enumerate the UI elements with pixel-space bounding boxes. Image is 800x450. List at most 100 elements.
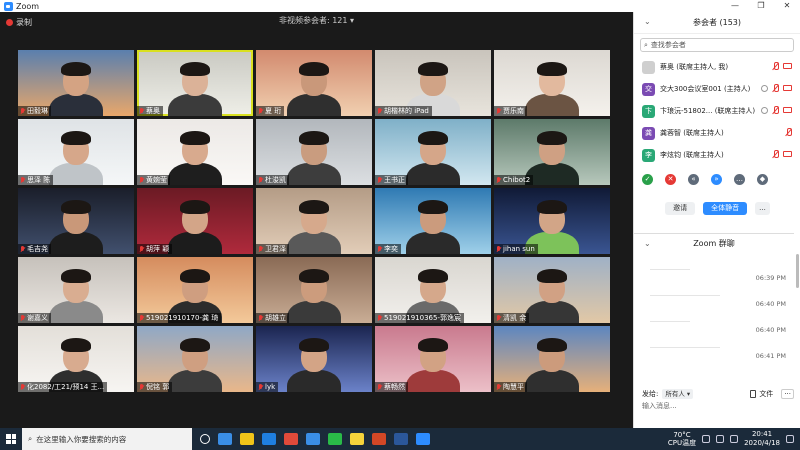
- zoom-taskbar-icon[interactable]: [416, 433, 430, 445]
- video-tile[interactable]: 519021910365-郭逸宸: [375, 257, 491, 323]
- mic-muted-icon[interactable]: [772, 84, 779, 93]
- sticky-notes-icon[interactable]: [350, 433, 364, 445]
- video-tile[interactable]: 胡楷林的 iPad: [375, 50, 491, 116]
- video-tile[interactable]: 黄婉莹: [137, 119, 253, 185]
- cross-icon[interactable]: ✕: [665, 174, 676, 185]
- video-tile[interactable]: 蔡奥: [137, 50, 253, 116]
- video-tile[interactable]: 胡萍 颖: [137, 188, 253, 254]
- collapse-chevron-icon[interactable]: ⌄: [644, 17, 651, 26]
- clock-date: 2020/4/18: [744, 439, 780, 447]
- muted-mic-icon: [496, 107, 501, 115]
- avatar: 交: [642, 82, 655, 96]
- chat-timestamp: 06:39 PM: [755, 274, 786, 282]
- video-tile[interactable]: 毛吉尧: [18, 188, 134, 254]
- more-icon[interactable]: …: [734, 174, 745, 185]
- notification-icon[interactable]: [786, 435, 794, 443]
- video-tile[interactable]: 谢嘉义: [18, 257, 134, 323]
- file-button[interactable]: 文件: [750, 389, 773, 399]
- tile-name-label: 贾乐南: [494, 106, 527, 116]
- mic-muted-icon[interactable]: [785, 128, 792, 137]
- window-title-bar: Zoom — ❐ ✕: [0, 0, 800, 12]
- chrome-icon[interactable]: [284, 433, 298, 445]
- video-tile[interactable]: Chibot2: [494, 119, 610, 185]
- muted-mic-icon: [377, 314, 382, 322]
- word-icon[interactable]: [394, 433, 408, 445]
- tile-name: Chibot2: [503, 176, 531, 184]
- chat-collapse-chevron-icon[interactable]: ⌄: [644, 239, 651, 248]
- task-view-icon[interactable]: [200, 434, 210, 444]
- participant-row[interactable]: 李李炫钧 (联席主持人): [634, 144, 800, 166]
- wechat-icon[interactable]: [328, 433, 342, 445]
- video-tile[interactable]: 夏 珩: [256, 50, 372, 116]
- video-tile[interactable]: 化2082/工21/预14 王...: [18, 326, 134, 392]
- restore-button[interactable]: ❐: [748, 0, 774, 12]
- tile-name-label: 思泽 陈: [18, 175, 54, 185]
- video-tile[interactable]: 李奕: [375, 188, 491, 254]
- store-icon[interactable]: [306, 433, 320, 445]
- video-off-icon[interactable]: [783, 107, 792, 113]
- recording-indicator[interactable]: 录制: [6, 17, 32, 28]
- video-tile[interactable]: 胡雄立: [256, 257, 372, 323]
- participant-row[interactable]: 龚龚蓉智 (联席主持人): [634, 122, 800, 144]
- chat-message-body: [650, 347, 720, 348]
- video-tile[interactable]: 杜浚凯: [256, 119, 372, 185]
- check-icon[interactable]: ✓: [642, 174, 653, 185]
- video-tile[interactable]: 陶慧平: [494, 326, 610, 392]
- more-options-button[interactable]: ...: [755, 202, 770, 215]
- video-off-icon[interactable]: [783, 63, 792, 69]
- chat-message-input[interactable]: [642, 402, 792, 410]
- send-to-dropdown[interactable]: 所有人 ▾: [662, 389, 694, 399]
- participant-video: [287, 198, 341, 254]
- invite-button[interactable]: 邀请: [665, 202, 696, 215]
- mail-icon[interactable]: [218, 433, 232, 445]
- chat-more-button[interactable]: ···: [781, 389, 794, 399]
- video-tile[interactable]: 519021910170-龚 琦: [137, 257, 253, 323]
- clear-icon[interactable]: ◆: [757, 174, 768, 185]
- minimize-button[interactable]: —: [722, 0, 748, 12]
- faster-icon[interactable]: »: [711, 174, 722, 185]
- cpu-temp-widget[interactable]: 70°C CPU温度: [668, 431, 696, 447]
- explorer-icon[interactable]: [240, 433, 254, 445]
- video-tile[interactable]: 王书正: [375, 119, 491, 185]
- participants-title: 参会者 (153): [692, 18, 742, 27]
- non-video-participants-toggle[interactable]: 非视频参会者: 121 ▾: [0, 15, 633, 26]
- mic-muted-icon[interactable]: [772, 106, 779, 115]
- muted-mic-icon: [139, 176, 144, 184]
- close-button[interactable]: ✕: [774, 0, 800, 12]
- participant-search-input[interactable]: [650, 41, 771, 49]
- powerpoint-icon[interactable]: [372, 433, 386, 445]
- mute-all-button[interactable]: 全体静音: [703, 202, 748, 215]
- tile-name-label: 卫君泽: [256, 244, 289, 254]
- volume-icon[interactable]: [716, 435, 725, 443]
- input-method-icon[interactable]: [730, 435, 739, 443]
- participant-row[interactable]: 蔡奥 (联席主持人, 我): [634, 56, 800, 78]
- chat-scrollbar[interactable]: [796, 254, 799, 288]
- video-tile[interactable]: 思泽 陈: [18, 119, 134, 185]
- video-off-icon[interactable]: [783, 151, 792, 157]
- video-tile[interactable]: lyk: [256, 326, 372, 392]
- edge-icon[interactable]: [262, 433, 276, 445]
- participant-row[interactable]: 交交大300会议室001 (主持人): [634, 78, 800, 100]
- participant-video: [406, 198, 460, 254]
- video-tile[interactable]: 贾乐南: [494, 50, 610, 116]
- mic-muted-icon[interactable]: [772, 150, 779, 159]
- video-tile[interactable]: 卫君泽: [256, 188, 372, 254]
- taskbar-search[interactable]: ⌕ 在这里输入你要搜索的内容: [22, 428, 192, 450]
- start-button[interactable]: [0, 428, 22, 450]
- video-tile[interactable]: jihan sun: [494, 188, 610, 254]
- video-tile[interactable]: 蔡畅然: [375, 326, 491, 392]
- slower-icon[interactable]: «: [688, 174, 699, 185]
- participant-search[interactable]: ⌕: [640, 38, 794, 52]
- muted-mic-icon: [258, 314, 263, 322]
- participant-row[interactable]: 卞卞琅沅-51802... (联席主持人): [634, 100, 800, 122]
- mic-muted-icon[interactable]: [772, 62, 779, 71]
- taskbar-clock[interactable]: 20:41 2020/4/18: [744, 430, 780, 448]
- video-tile[interactable]: 清凯 余: [494, 257, 610, 323]
- network-icon[interactable]: [702, 435, 711, 443]
- video-tile[interactable]: 田毅琳: [18, 50, 134, 116]
- video-off-icon[interactable]: [783, 85, 792, 91]
- avatar: 李: [642, 148, 655, 162]
- muted-mic-icon: [377, 245, 382, 253]
- participant-name: 蔡奥 (联席主持人, 我): [660, 63, 729, 71]
- video-tile[interactable]: 倪铭 郭: [137, 326, 253, 392]
